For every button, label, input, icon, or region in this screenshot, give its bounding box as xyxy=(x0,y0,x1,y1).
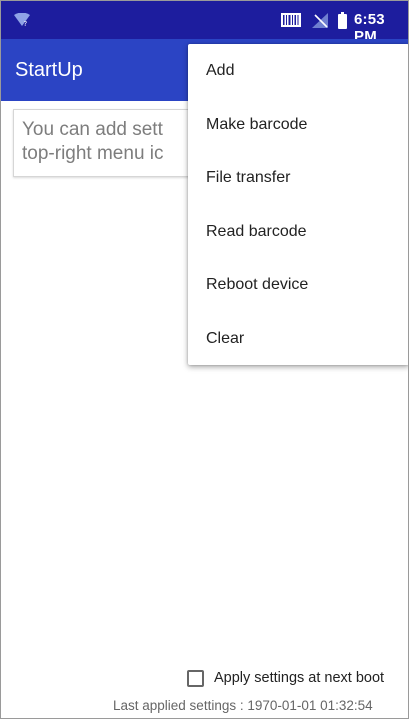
status-bar: ? 6:53 PM xyxy=(1,1,408,45)
barcode-scanner-icon xyxy=(281,13,301,27)
battery-icon xyxy=(338,12,347,29)
menu-item-reboot-device[interactable]: Reboot device xyxy=(188,258,408,312)
last-applied-settings: Last applied settings : 1970-01-01 01:32… xyxy=(113,698,373,713)
menu-item-read-barcode[interactable]: Read barcode xyxy=(188,205,408,259)
svg-text:?: ? xyxy=(24,20,28,27)
app-screen: ? 6:53 PM StartUp You can add sett top-r… xyxy=(0,0,409,719)
apply-settings-checkbox[interactable] xyxy=(187,669,204,687)
app-title: StartUp xyxy=(15,59,83,81)
overflow-menu: Add Make barcode File transfer Read barc… xyxy=(188,44,408,366)
no-signal-icon xyxy=(312,13,328,28)
menu-item-clear[interactable]: Clear xyxy=(188,312,408,366)
wifi-question-icon: ? xyxy=(14,13,30,27)
apply-settings-row[interactable]: Apply settings at next boot xyxy=(187,667,384,689)
menu-item-file-transfer[interactable]: File transfer xyxy=(188,151,408,205)
menu-item-make-barcode[interactable]: Make barcode xyxy=(188,98,408,152)
menu-item-add[interactable]: Add xyxy=(188,44,408,98)
apply-settings-label[interactable]: Apply settings at next boot xyxy=(214,670,384,686)
